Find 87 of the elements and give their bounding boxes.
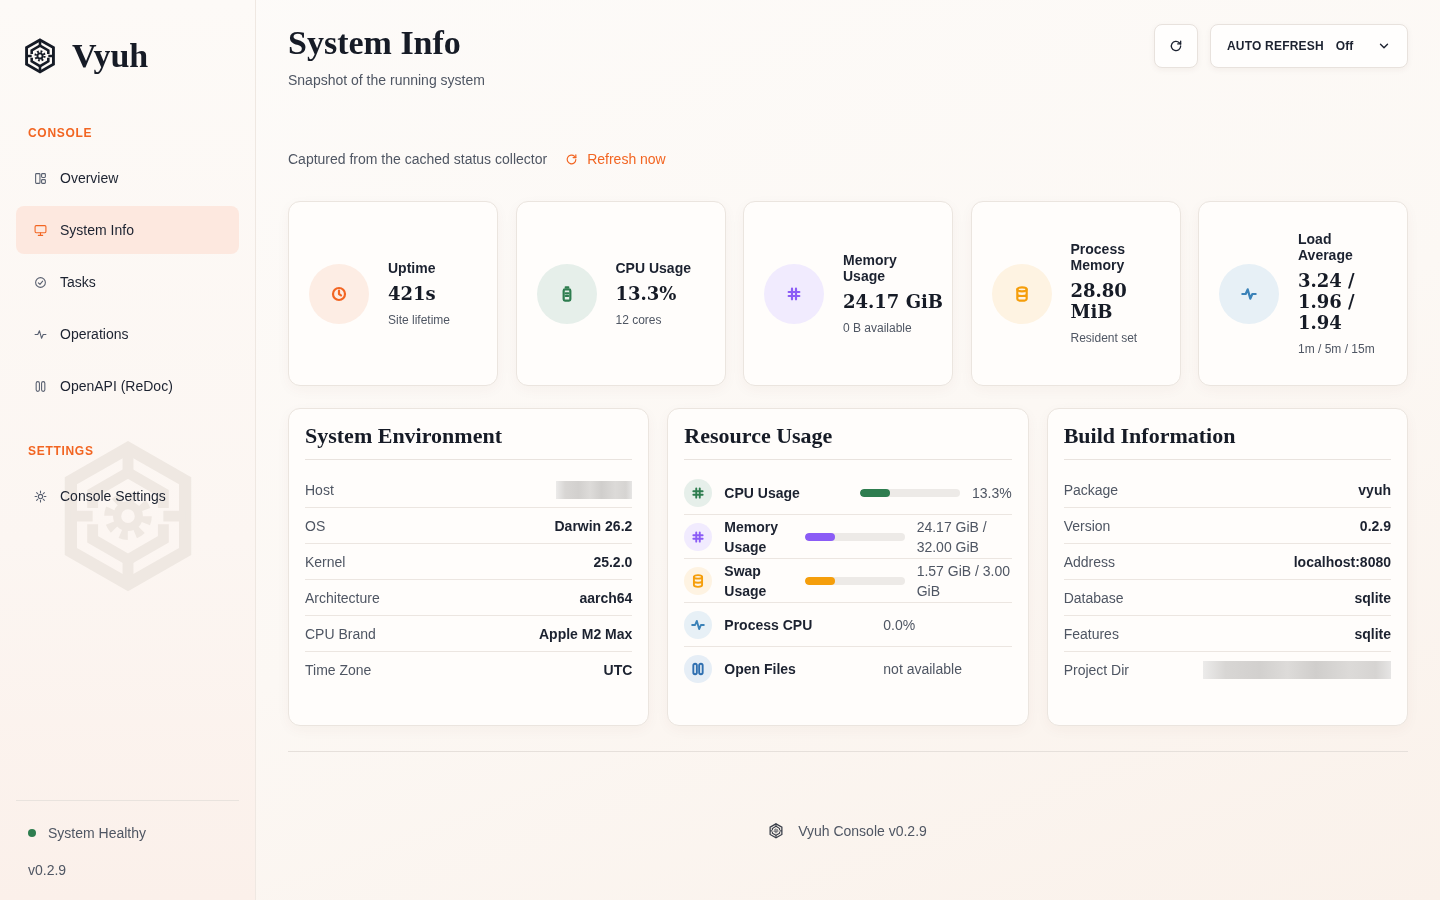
resource-value: 1.57 GiB / 3.00 GiB [916, 561, 1012, 601]
row-value: Darwin 26.2 [554, 516, 633, 535]
row-label: OS [305, 516, 326, 535]
nav-item[interactable]: Overview [16, 154, 239, 202]
panel-title: System Environment [305, 423, 503, 449]
row-label: CPU Brand [305, 624, 376, 643]
stat-caption: Site lifetime [388, 311, 451, 328]
refresh-icon [565, 152, 579, 166]
status-text: System Healthy [48, 824, 147, 842]
stat-value: 24.17 GiB [843, 290, 944, 312]
stat-value: 28.80 MiB [1070, 280, 1128, 322]
clock-icon [309, 263, 369, 324]
stat-label: Load Average [1298, 230, 1354, 263]
section-heading: SETTINGS [27, 443, 95, 460]
row-value: aarch64 [579, 588, 633, 607]
hash-icon [684, 522, 713, 551]
page-title: System Info [288, 24, 462, 62]
stat-caption: Resident set [1070, 330, 1138, 346]
row-value: sqlite [1354, 624, 1391, 643]
battery-icon [536, 263, 597, 324]
row-label: Time Zone [305, 661, 372, 679]
stat-caption: 1m / 5m / 15m [1298, 340, 1375, 357]
stat-value: 421s [388, 282, 436, 304]
hash-icon [684, 478, 713, 507]
row-label: Architecture [305, 588, 380, 607]
brand-name: Vyuh [72, 36, 149, 76]
pulse-icon [684, 610, 713, 639]
stat-value: 13.3% [615, 282, 677, 304]
row-label: Package [1063, 480, 1119, 499]
nav-item[interactable]: Console Settings [16, 472, 239, 520]
row-value: sqlite [1354, 588, 1391, 607]
auto-refresh-dropdown[interactable]: AUTO REFRESH Off [1210, 24, 1408, 68]
database-icon [684, 566, 713, 595]
stat-caption: 0 B available [843, 319, 912, 336]
stat-label: Memory Usage [843, 251, 898, 284]
resource-label: Memory Usage [724, 517, 779, 557]
logo-icon [769, 823, 784, 839]
resource-label: CPU Usage [724, 483, 801, 503]
columns-icon [684, 655, 713, 683]
row-label: Host [305, 480, 334, 499]
stat-label: Process Memory [1070, 241, 1126, 273]
resource-label: Swap Usage [724, 561, 768, 601]
status-note: Captured from the cached status collector [288, 150, 548, 169]
check-circle-icon [34, 275, 47, 289]
row-label: Project Dir [1063, 661, 1129, 679]
nav-item[interactable]: OpenAPI (ReDoc) [16, 362, 239, 410]
resource-value: 13.3% [971, 483, 1012, 503]
panel-title: Resource Usage [684, 423, 834, 449]
resource-label: Process CPU [724, 615, 814, 635]
layout-icon [34, 171, 47, 185]
version-text: v0.2.9 [28, 861, 67, 879]
pulse-icon [34, 327, 47, 341]
pulse-icon [1219, 263, 1279, 324]
refresh-button[interactable] [1154, 24, 1198, 68]
columns-icon [34, 379, 47, 393]
page-subtitle: Snapshot of the running system [288, 71, 485, 90]
stat-value: 3.24 / 1.96 / 1.94 [1298, 269, 1356, 333]
monitor-icon [34, 223, 47, 237]
resource-value: 0.0% [883, 615, 916, 635]
resource-label: Open Files [724, 660, 797, 679]
row-value: vyuh [1358, 480, 1391, 499]
resource-value: not available [883, 660, 962, 679]
row-value: localhost:8080 [1293, 552, 1391, 571]
panel-title: Build Information [1063, 423, 1237, 449]
footer-text: Vyuh Console v0.2.9 [798, 822, 927, 841]
hash-icon [764, 263, 824, 324]
logo-icon [24, 38, 56, 74]
stat-label: CPU Usage [615, 259, 691, 276]
row-label: Features [1063, 624, 1119, 643]
refresh-icon [1169, 39, 1183, 53]
section-heading: CONSOLE [27, 125, 94, 142]
row-value: UTC [603, 661, 633, 679]
row-value: Apple M2 Max [538, 624, 633, 643]
sun-icon [34, 489, 47, 503]
nav-item[interactable]: Operations [16, 310, 239, 358]
row-value: 25.2.0 [593, 552, 633, 571]
resource-value: 24.17 GiB / 32.00 GiB [916, 517, 988, 557]
stat-label: Uptime [388, 259, 436, 276]
nav-item[interactable]: System Info [16, 206, 239, 254]
stat-caption: 12 cores [615, 311, 662, 328]
row-label: Address [1063, 552, 1115, 571]
row-label: Kernel [305, 552, 346, 571]
row-value: 0.2.9 [1359, 516, 1391, 535]
row-label: Database [1063, 588, 1124, 607]
row-label: Version [1063, 516, 1111, 535]
nav-item[interactable]: Tasks [16, 258, 239, 306]
database-icon [991, 263, 1052, 324]
